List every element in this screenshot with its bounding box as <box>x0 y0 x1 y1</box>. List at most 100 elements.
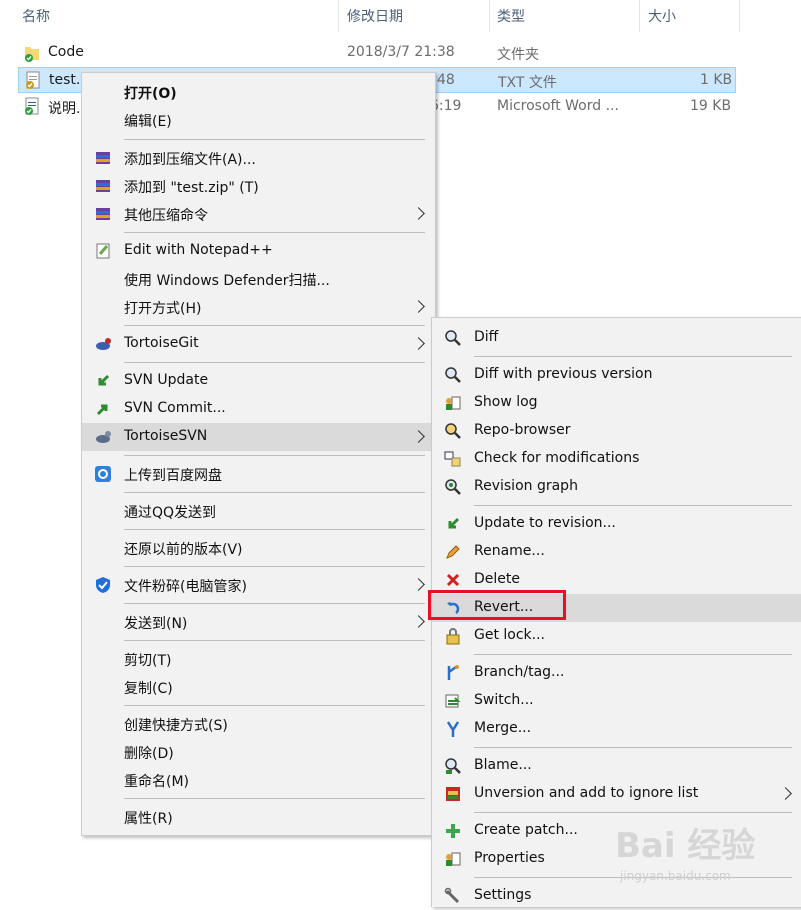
menu-item-label: 添加到压缩文件(A)... <box>124 152 256 168</box>
menu-item-open-with[interactable]: 打开方式(H) <box>82 293 435 321</box>
baidu-netdisk-icon <box>95 466 111 482</box>
patch-icon <box>446 824 460 838</box>
ignore-list-icon <box>446 787 460 801</box>
menu-item-properties[interactable]: 属性(R) <box>82 803 435 831</box>
repo-browser-icon <box>445 423 461 439</box>
column-name[interactable]: 名称 <box>22 6 50 26</box>
svn-item-show-log[interactable]: Show log <box>432 389 801 417</box>
menu-item-label: 其他压缩命令 <box>124 208 208 224</box>
diff-magnifier-icon <box>445 367 461 383</box>
menu-item-svn-commit[interactable]: SVN Commit... <box>82 395 435 423</box>
svn-item-branch-tag[interactable]: Branch/tag... <box>432 659 801 687</box>
menu-item-label: Settings <box>474 887 532 903</box>
menu-item-send-to[interactable]: 发送到(N) <box>82 608 435 636</box>
chevron-right-icon <box>412 337 425 350</box>
menu-item-open[interactable]: 打开(O) <box>82 78 435 106</box>
svn-item-merge[interactable]: Merge... <box>432 715 801 743</box>
column-date[interactable]: 修改日期 <box>347 6 403 26</box>
diff-magnifier-icon <box>445 330 461 346</box>
menu-item-label: Diff <box>474 329 499 345</box>
menu-item-cut[interactable]: 剪切(T) <box>82 645 435 673</box>
menu-separator <box>124 529 425 530</box>
column-divider[interactable] <box>739 0 740 32</box>
notepad-plus-icon <box>96 243 110 259</box>
menu-item-label: Blame... <box>474 757 532 773</box>
file-date: 2018/3/7 21:38 <box>347 44 455 60</box>
menu-item-shred[interactable]: 文件粉碎(电脑管家) <box>82 571 435 599</box>
tortoisegit-icon <box>96 338 111 350</box>
baidu-watermark-url: jingyan.baidu.com <box>620 869 731 883</box>
menu-separator <box>474 812 792 813</box>
menu-separator <box>124 362 425 363</box>
column-type[interactable]: 类型 <box>497 6 525 26</box>
svn-item-unversion[interactable]: Unversion and add to ignore list <box>432 780 801 808</box>
svn-item-rename[interactable]: Rename... <box>432 538 801 566</box>
winrar-icon <box>96 152 110 164</box>
menu-item-notepad[interactable]: Edit with Notepad++ <box>82 237 435 265</box>
menu-item-defender[interactable]: 使用 Windows Defender扫描... <box>82 265 435 293</box>
menu-item-qq[interactable]: 通过QQ发送到 <box>82 497 435 525</box>
menu-item-tortoisegit[interactable]: TortoiseGit <box>82 330 435 358</box>
svn-item-blame[interactable]: Blame... <box>432 752 801 780</box>
winrar-icon <box>96 180 110 192</box>
menu-item-label: Branch/tag... <box>474 664 565 680</box>
menu-item-shortcut[interactable]: 创建快捷方式(S) <box>82 710 435 738</box>
svn-item-repo-browser[interactable]: Repo-browser <box>432 417 801 445</box>
menu-separator <box>124 603 425 604</box>
column-divider[interactable] <box>338 0 339 32</box>
update-icon <box>448 517 460 529</box>
menu-item-rename[interactable]: 重命名(M) <box>82 766 435 794</box>
menu-item-svn-update[interactable]: SVN Update <box>82 367 435 395</box>
menu-item-add-zip[interactable]: 添加到 "test.zip" (T) <box>82 172 435 200</box>
settings-wrench-icon <box>444 887 460 904</box>
lock-icon <box>446 628 460 645</box>
svn-item-diff[interactable]: Diff <box>432 324 801 352</box>
menu-separator <box>474 747 792 748</box>
menu-item-label: Properties <box>474 850 545 866</box>
menu-item-tortoisesvn[interactable]: TortoiseSVN <box>82 423 435 451</box>
menu-item-label: 创建快捷方式(S) <box>124 718 228 734</box>
column-divider[interactable] <box>639 0 640 32</box>
menu-separator <box>474 654 792 655</box>
menu-item-label: Rename... <box>474 543 545 559</box>
svn-item-get-lock[interactable]: Get lock... <box>432 622 801 650</box>
blame-icon <box>445 758 461 774</box>
menu-item-label: 重命名(M) <box>124 774 190 790</box>
menu-item-copy[interactable]: 复制(C) <box>82 673 435 701</box>
merge-icon <box>446 721 460 737</box>
svn-item-switch[interactable]: Switch... <box>432 687 801 715</box>
menu-item-label: 剪切(T) <box>124 653 172 669</box>
menu-item-label: 使用 Windows Defender扫描... <box>124 273 330 289</box>
svn-item-revision-graph[interactable]: Revision graph <box>432 473 801 501</box>
file-size: 19 KB <box>690 98 732 114</box>
file-type: TXT 文件 <box>498 75 557 91</box>
chevron-right-icon <box>412 578 425 591</box>
column-divider[interactable] <box>489 0 490 32</box>
svn-item-diff-prev[interactable]: Diff with previous version <box>432 361 801 389</box>
svn-item-check-mod[interactable]: Check for modifications <box>432 445 801 473</box>
column-header-bar: 名称 修改日期 类型 大小 <box>0 0 801 32</box>
check-modifications-icon <box>444 451 461 467</box>
svn-update-icon <box>98 374 110 386</box>
menu-item-baidu[interactable]: 上传到百度网盘 <box>82 460 435 488</box>
menu-item-restore[interactable]: 还原以前的版本(V) <box>82 534 435 562</box>
menu-item-label: 复制(C) <box>124 681 173 697</box>
tortoisesvn-icon <box>96 431 111 443</box>
column-size[interactable]: 大小 <box>648 6 676 26</box>
chevron-right-icon <box>779 787 792 800</box>
menu-item-other-compress[interactable]: 其他压缩命令 <box>82 200 435 228</box>
sort-arrow-icon <box>170 0 183 5</box>
file-row-code[interactable]: Code 2018/3/7 21:38 文件夹 <box>18 40 736 66</box>
menu-item-edit[interactable]: 编辑(E) <box>82 106 435 134</box>
menu-item-label: Repo-browser <box>474 422 571 438</box>
menu-item-delete[interactable]: 删除(D) <box>82 738 435 766</box>
menu-item-label: 文件粉碎(电脑管家) <box>124 579 247 595</box>
menu-item-label: Edit with Notepad++ <box>124 242 273 258</box>
menu-item-label: Merge... <box>474 720 532 736</box>
file-type: 文件夹 <box>497 47 539 63</box>
menu-item-label: Diff with previous version <box>474 366 653 382</box>
menu-separator <box>124 232 425 233</box>
svn-item-update-rev[interactable]: Update to revision... <box>432 510 801 538</box>
menu-item-add-archive[interactable]: 添加到压缩文件(A)... <box>82 144 435 172</box>
menu-item-label: 删除(D) <box>124 746 174 762</box>
